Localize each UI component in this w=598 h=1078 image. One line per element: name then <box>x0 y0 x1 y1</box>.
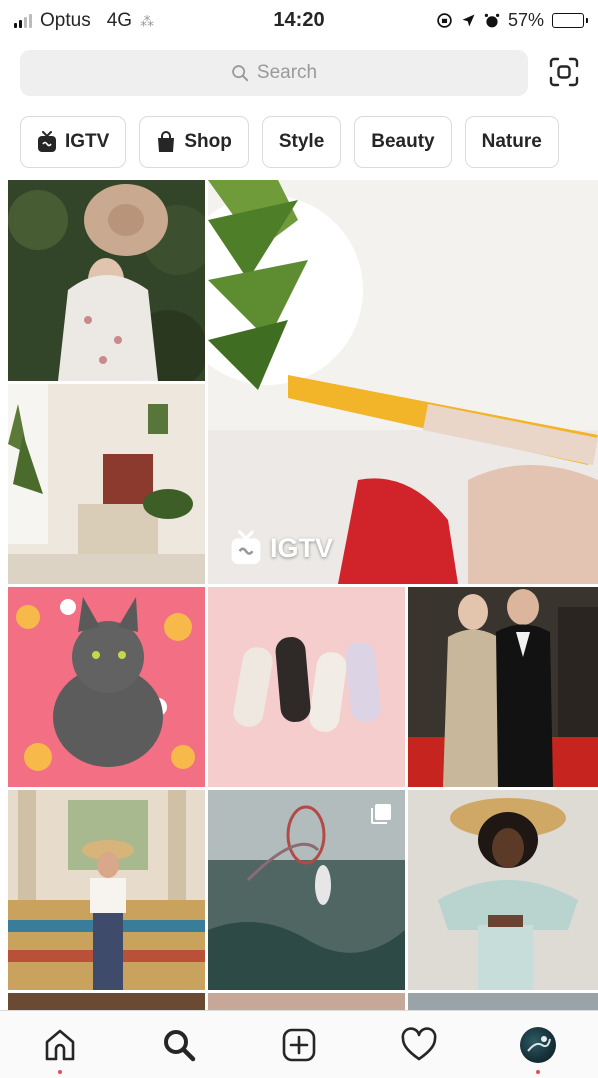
tab-activity[interactable] <box>389 1015 449 1075</box>
igtv-icon <box>231 530 261 564</box>
igtv-icon <box>38 131 56 152</box>
carousel-icon <box>371 804 391 824</box>
avatar <box>520 1026 557 1063</box>
tile-image <box>408 790 598 990</box>
tile-image <box>8 180 205 381</box>
tab-search[interactable] <box>149 1015 209 1075</box>
grid-tile[interactable] <box>208 790 405 990</box>
battery-percent: 57% <box>507 10 544 30</box>
grid-tile[interactable] <box>208 993 405 1010</box>
shopping-bag-icon <box>158 131 175 152</box>
avatar-image <box>527 1035 552 1052</box>
tile-image <box>8 384 205 584</box>
chip-igtv[interactable]: IGTV <box>20 116 127 168</box>
igtv-badge-label: IGTV <box>270 532 334 563</box>
tab-home[interactable] <box>30 1015 90 1075</box>
grid-tile[interactable] <box>8 180 205 381</box>
scan-button[interactable] <box>544 52 584 92</box>
grid-tile[interactable] <box>8 384 205 584</box>
tile-image <box>208 180 598 584</box>
chip-style[interactable]: Style <box>261 116 342 168</box>
alarm-icon <box>484 13 500 27</box>
tab-profile[interactable] <box>508 1015 568 1075</box>
grid-tile[interactable] <box>408 790 598 990</box>
chip-label: Nature <box>481 131 542 152</box>
tile-image <box>208 587 405 787</box>
plus-square-icon <box>282 1028 316 1061</box>
chip-shop[interactable]: Shop <box>139 116 249 168</box>
grid-tile[interactable] <box>408 993 598 1010</box>
chip-nature[interactable]: Nature <box>464 116 559 168</box>
status-right: 57% <box>436 10 588 31</box>
notification-dot <box>57 1069 62 1074</box>
grid-tile[interactable] <box>8 993 205 1010</box>
chip-label: Style <box>278 131 325 152</box>
category-chips: IGTV Shop Style Beauty Nature <box>20 116 559 168</box>
search-input[interactable]: Search <box>20 50 528 96</box>
battery-icon <box>552 13 588 28</box>
tile-image <box>8 790 205 990</box>
status-bar: Optus 4G ⁂ 14:20 57% <box>0 0 598 42</box>
chip-label: Shop <box>184 131 232 152</box>
scan-icon <box>549 57 579 87</box>
chip-label: Beauty <box>371 131 435 152</box>
chip-beauty[interactable]: Beauty <box>354 116 452 168</box>
search-placeholder: Search <box>256 62 318 83</box>
search-icon <box>232 65 249 82</box>
grid-tile[interactable] <box>408 587 598 787</box>
tab-new-post[interactable] <box>269 1015 329 1075</box>
lock-rotation-icon <box>437 13 452 28</box>
grid-tile[interactable] <box>8 587 205 787</box>
chip-label: IGTV <box>65 131 110 152</box>
igtv-badge: IGTV <box>230 530 333 566</box>
tile-image <box>408 587 598 787</box>
location-icon <box>462 14 475 27</box>
grid-tile[interactable] <box>208 587 405 787</box>
home-icon <box>45 1029 75 1060</box>
heart-icon <box>401 1026 437 1060</box>
tile-image <box>8 587 205 787</box>
grid-tile-featured[interactable]: IGTV <box>208 180 598 584</box>
grid-tile[interactable] <box>8 790 205 990</box>
bottom-tab-bar <box>0 1010 598 1078</box>
explore-grid: IGTV <box>8 180 598 1010</box>
search-icon <box>164 1029 196 1061</box>
notification-dot <box>536 1069 541 1074</box>
